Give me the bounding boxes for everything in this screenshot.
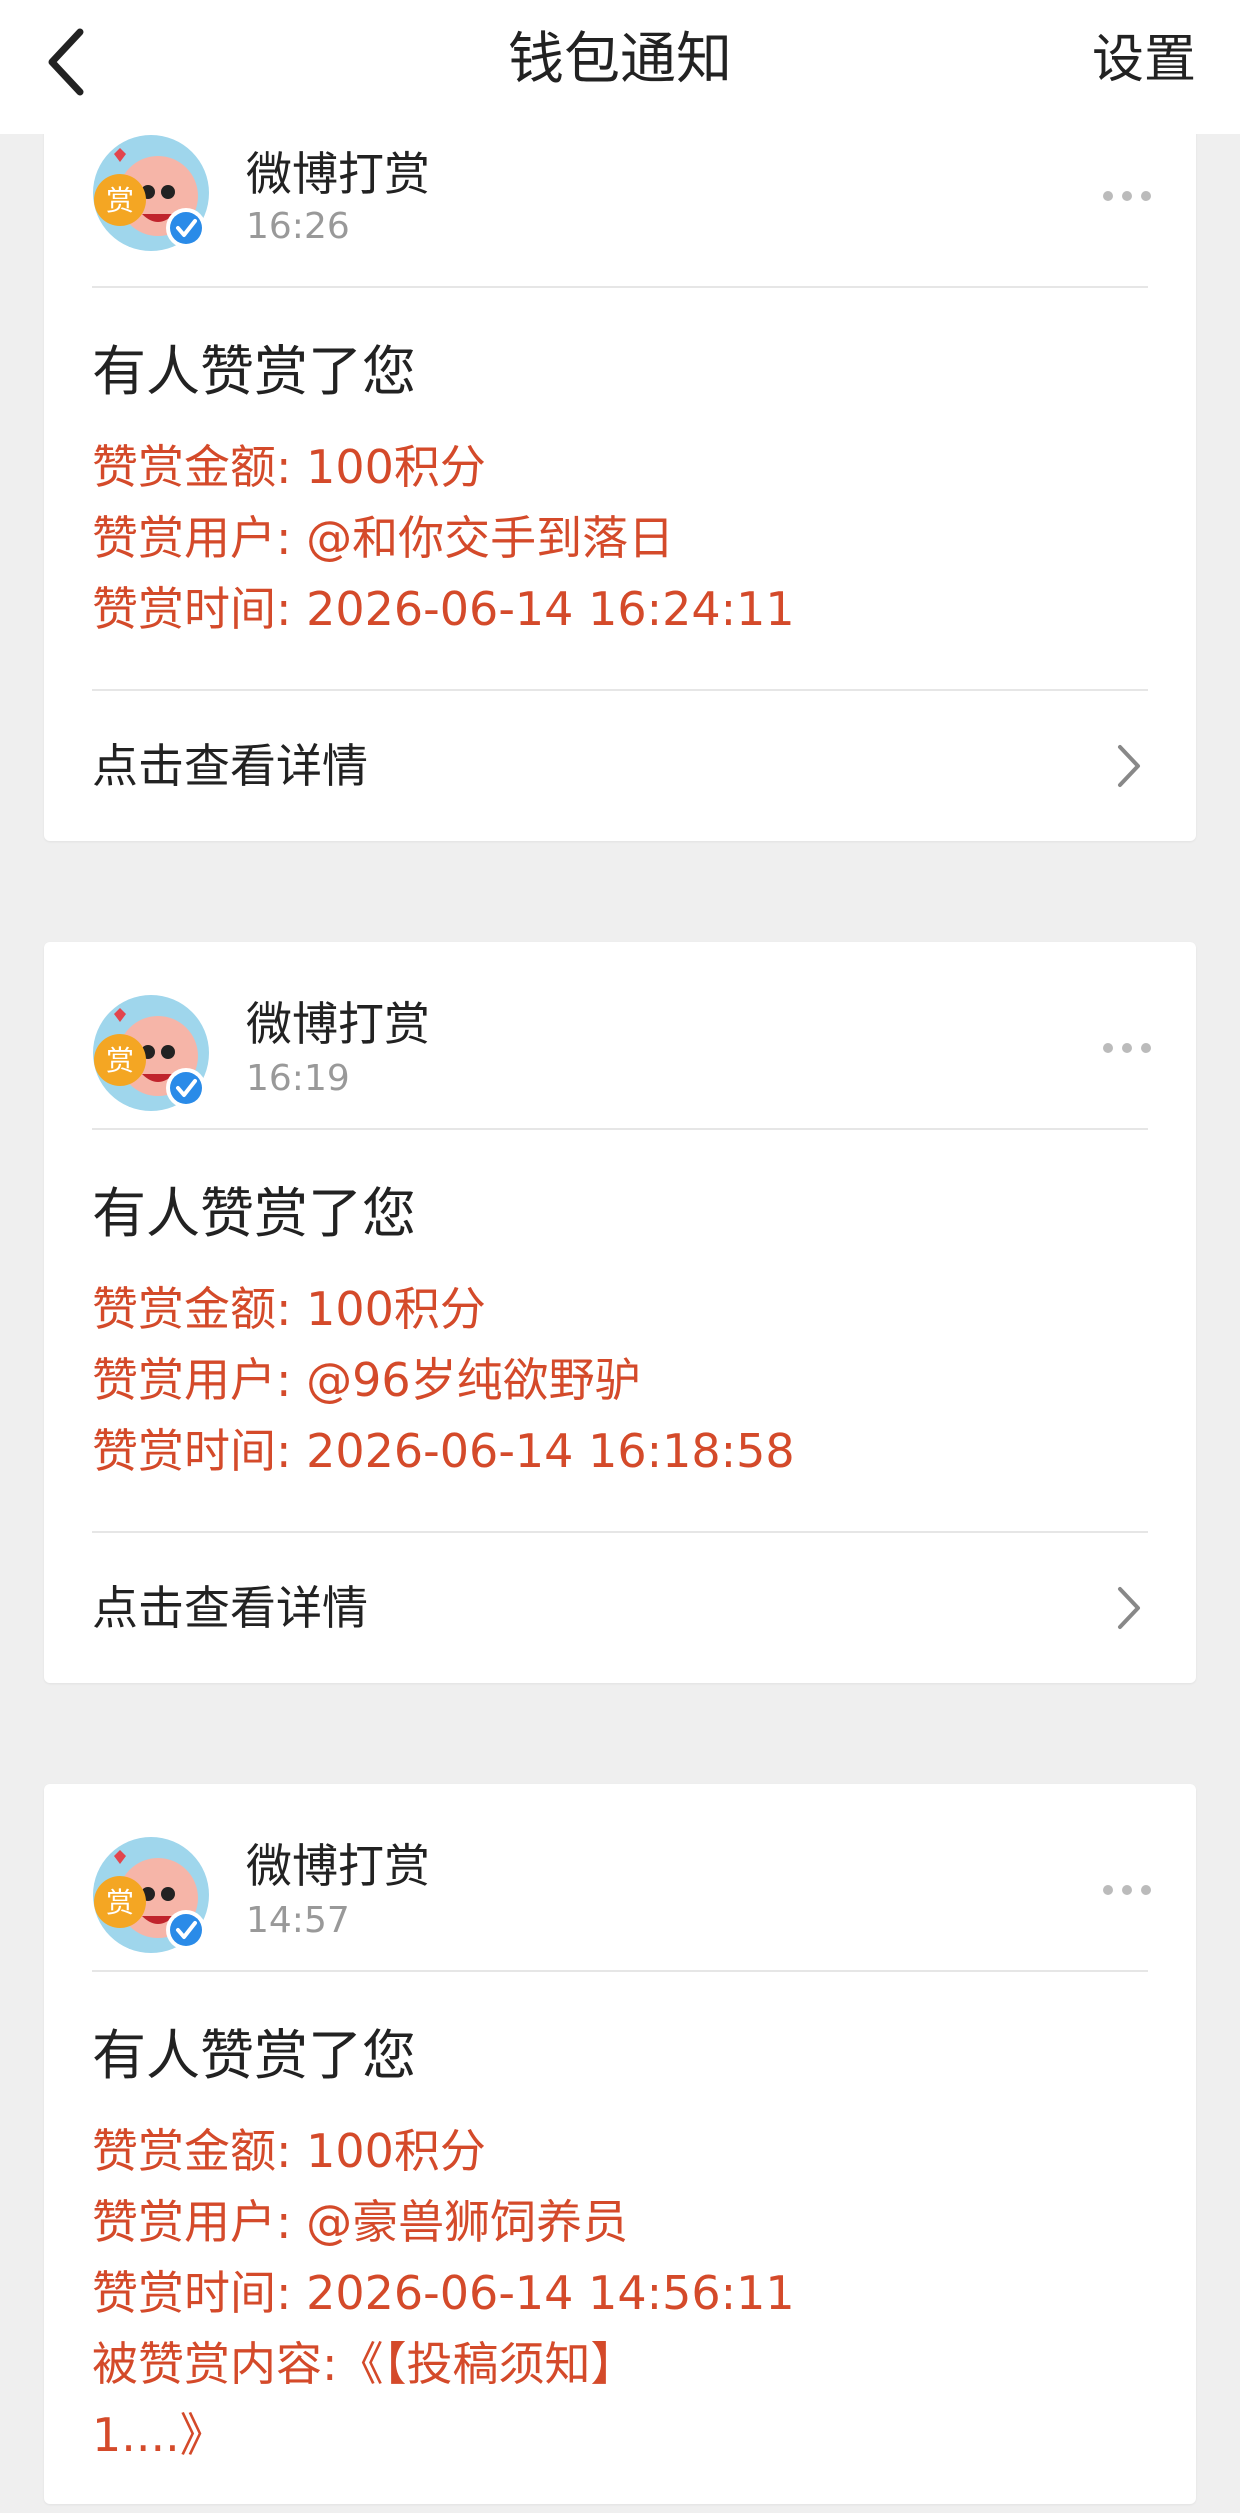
card-body: 有人赞赏了您 赞赏金额: 100积分 赞赏用户: @和你交手到落日 赞赏时间: … xyxy=(44,288,1196,689)
message-title: 有人赞赏了您 xyxy=(92,2024,416,2087)
message-time: 16:19 xyxy=(246,1058,350,1099)
reward-amount: 赞赏金额: 100积分 xyxy=(92,440,486,494)
badge-text: 赏 xyxy=(106,1886,134,1919)
chevron-right-icon xyxy=(1118,1587,1140,1629)
reward-time: 赞赏时间: 2026-06-14 14:56:11 xyxy=(92,2266,795,2320)
view-details-label: 点击查看详情 xyxy=(92,1581,368,1635)
navigation-bar: 钱包通知 设置 xyxy=(0,0,1240,134)
reward-avatar-icon[interactable]: 赏 xyxy=(92,134,210,252)
chevron-right-icon xyxy=(1118,745,1140,787)
reward-amount: 赞赏金额: 100积分 xyxy=(92,1282,486,1336)
reward-user: 赞赏用户: @豪兽狮饲养员 xyxy=(92,2195,629,2249)
reward-time: 赞赏时间: 2026-06-14 16:24:11 xyxy=(92,582,795,636)
view-details-label: 点击查看详情 xyxy=(92,739,368,793)
page-title: 钱包通知 xyxy=(508,27,732,92)
notification-card: 赏 微博打赏 14:57 有人赞赏了您 赞赏金额: 100积分 赞赏用户: @豪… xyxy=(44,1784,1196,2504)
card-body: 有人赞赏了您 赞赏金额: 100积分 赞赏用户: @豪兽狮饲养员 赞赏时间: 2… xyxy=(44,1972,1196,2513)
settings-button[interactable]: 设置 xyxy=(1092,0,1196,120)
sender-name: 微博打赏 xyxy=(246,997,430,1051)
notification-card: 赏 微博打赏 16:26 有人赞赏了您 赞赏金额: 100积分 赞赏用户: @和… xyxy=(44,84,1196,841)
sender-name: 微博打赏 xyxy=(246,1839,430,1893)
reward-avatar-icon[interactable]: 赏 xyxy=(92,994,210,1112)
view-details-row[interactable]: 点击查看详情 xyxy=(44,691,1196,841)
message-time: 14:57 xyxy=(246,1900,350,1941)
message-title: 有人赞赏了您 xyxy=(92,340,416,403)
reward-avatar-icon[interactable]: 赏 xyxy=(92,1836,210,1954)
card-header: 赏 微博打赏 14:57 xyxy=(44,1784,1196,1970)
reward-time: 赞赏时间: 2026-06-14 16:18:58 xyxy=(92,1424,795,1478)
badge-text: 赏 xyxy=(106,1044,134,1077)
more-options-icon[interactable] xyxy=(1102,190,1152,202)
card-header: 赏 微博打赏 16:19 xyxy=(44,942,1196,1128)
rewarded-content: 被赞赏内容:《【投稿须知】 xyxy=(92,2337,637,2391)
sender-name: 微博打赏 xyxy=(246,147,430,201)
more-options-icon[interactable] xyxy=(1102,1884,1152,1896)
more-options-icon[interactable] xyxy=(1102,1042,1152,1054)
card-body: 有人赞赏了您 赞赏金额: 100积分 赞赏用户: @96岁纯欲野驴 赞赏时间: … xyxy=(44,1130,1196,1531)
badge-text: 赏 xyxy=(106,184,134,217)
message-time: 16:26 xyxy=(246,206,350,247)
notification-card: 赏 微博打赏 16:19 有人赞赏了您 赞赏金额: 100积分 赞赏用户: @9… xyxy=(44,942,1196,1683)
view-details-row[interactable]: 点击查看详情 xyxy=(44,1533,1196,1683)
reward-user: 赞赏用户: @和你交手到落日 xyxy=(92,511,675,565)
reward-amount: 赞赏金额: 100积分 xyxy=(92,2124,486,2178)
rewarded-content-continued: 1....》 xyxy=(92,2408,226,2462)
message-title: 有人赞赏了您 xyxy=(92,1182,416,1245)
reward-user: 赞赏用户: @96岁纯欲野驴 xyxy=(92,1353,641,1407)
